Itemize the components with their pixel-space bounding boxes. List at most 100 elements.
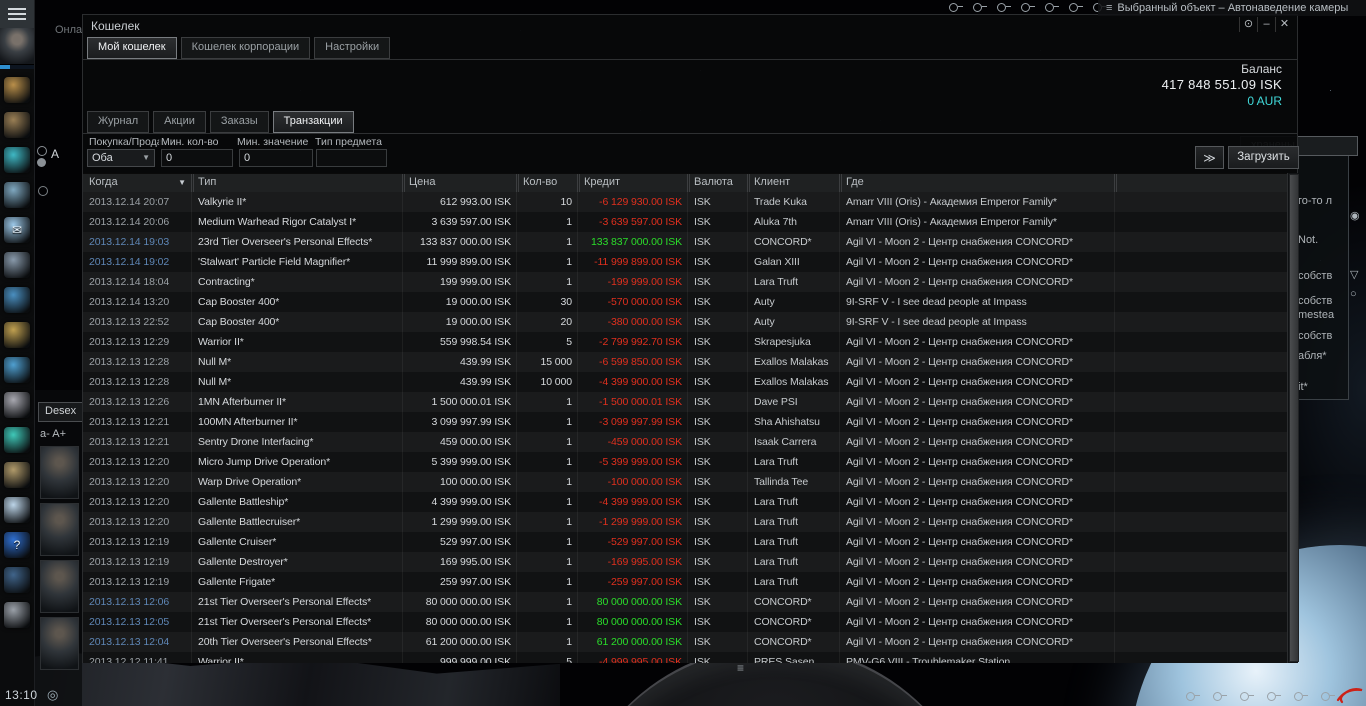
chat-font-size-controls[interactable]: a- A+ xyxy=(40,428,66,440)
column-header-credit[interactable]: Кредит xyxy=(577,174,687,192)
minimize-icon[interactable]: – xyxy=(1257,17,1275,32)
neocom-sidebar: ✉? xyxy=(0,0,35,706)
column-header-when[interactable]: Когда ▼ xyxy=(83,174,191,192)
redeem-items-icon[interactable] xyxy=(4,77,30,103)
camera-shortcut-icon-3[interactable] xyxy=(1239,690,1255,702)
camera-shortcut-icon-1[interactable] xyxy=(1185,690,1201,702)
notepad-icon[interactable] xyxy=(4,602,30,628)
tab-settings[interactable]: Настройки xyxy=(314,37,390,59)
window-resize-handle[interactable]: ≡ xyxy=(737,661,744,675)
triangle-marker-icon[interactable]: ▽ xyxy=(1350,268,1358,281)
transaction-row[interactable]: 2013.12.13 12:19 Gallente Frigate* 259 9… xyxy=(83,572,1287,592)
effect-orb-icon-1[interactable] xyxy=(948,1,964,13)
camera-shortcut-icon-2[interactable] xyxy=(1212,690,1228,702)
transaction-row[interactable]: 2013.12.13 12:21 100MN Afterburner II* 3… xyxy=(83,412,1287,432)
scrollbar-thumb[interactable] xyxy=(1289,174,1299,662)
decorations-icon[interactable] xyxy=(4,322,30,348)
transaction-row[interactable]: 2013.12.14 20:06 Medium Warhead Rigor Ca… xyxy=(83,212,1287,232)
transaction-row[interactable]: 2013.12.14 19:02 'Stalwart' Particle Fie… xyxy=(83,252,1287,272)
directional-scanner-icon[interactable] xyxy=(4,567,30,593)
transaction-row[interactable]: 2013.12.14 20:07 Valkyrie II* 612 993.00… xyxy=(83,192,1287,212)
chat-toggle-icon[interactable] xyxy=(37,146,47,156)
effect-orb-icon-5[interactable] xyxy=(1044,1,1060,13)
wallet-titlebar[interactable]: Кошелек ⊙–✕ xyxy=(83,15,1297,36)
load-button[interactable]: Загрузить xyxy=(1228,146,1299,169)
effect-orb-icon-4[interactable] xyxy=(1020,1,1036,13)
help-icon[interactable]: ? xyxy=(4,532,30,558)
min-value-input[interactable] xyxy=(239,149,313,167)
transaction-row[interactable]: 2013.12.13 12:20 Gallente Battlecruiser*… xyxy=(83,512,1287,532)
column-header-qty[interactable]: Кол-во xyxy=(516,174,577,192)
camera-eye-icon[interactable]: ◎ xyxy=(47,687,58,703)
cell-when: 2013.12.13 12:26 xyxy=(83,392,191,412)
chat-member-portrait-2[interactable] xyxy=(40,503,79,556)
column-header-price[interactable]: Цена xyxy=(402,174,516,192)
subtab-orders[interactable]: Заказы xyxy=(210,111,269,133)
sort-desc-icon[interactable]: ▼ xyxy=(178,174,186,191)
transaction-row[interactable]: 2013.12.14 13:20 Cap Booster 400* 19 000… xyxy=(83,292,1287,312)
effect-orb-icon-6[interactable] xyxy=(1068,1,1084,13)
transaction-row[interactable]: 2013.12.13 12:19 Gallente Destroyer* 169… xyxy=(83,552,1287,572)
chat-member-portrait-1[interactable] xyxy=(40,446,79,499)
transaction-row[interactable]: 2013.12.13 12:28 Null M* 439.99 ISK 15 0… xyxy=(83,352,1287,372)
scanner-probe-icon[interactable] xyxy=(4,182,30,208)
reset-camera-icon[interactable]: ◉ xyxy=(1350,209,1360,222)
chat-toggle-icon-2[interactable] xyxy=(38,186,48,196)
neocom-menu-button[interactable] xyxy=(0,0,34,28)
effect-orb-icon-2[interactable] xyxy=(972,1,988,13)
transaction-row[interactable]: 2013.12.13 12:04 20th Tier Overseer's Pe… xyxy=(83,632,1287,652)
subtab-shares[interactable]: Акции xyxy=(153,111,206,133)
transaction-row[interactable]: 2013.12.13 12:20 Warp Drive Operation* 1… xyxy=(83,472,1287,492)
chat-member-portrait-4[interactable] xyxy=(40,617,79,670)
ship-hangar-icon[interactable] xyxy=(4,147,30,173)
evemail-icon[interactable]: ✉ xyxy=(4,217,30,243)
station-services-icon[interactable] xyxy=(4,112,30,138)
tab-corp-wallet[interactable]: Кошелек корпорации xyxy=(181,37,311,59)
contacts-icon[interactable] xyxy=(4,252,30,278)
column-header-where[interactable]: Где xyxy=(839,174,1114,192)
transaction-row[interactable]: 2013.12.13 22:52 Cap Booster 400* 19 000… xyxy=(83,312,1287,332)
transaction-row[interactable]: 2013.12.13 12:06 21st Tier Overseer's Pe… xyxy=(83,592,1287,612)
table-scrollbar[interactable] xyxy=(1287,173,1298,663)
tab-my-wallet[interactable]: Мой кошелек xyxy=(87,37,177,59)
character-portrait[interactable] xyxy=(0,28,34,65)
transaction-row[interactable]: 2013.12.13 12:05 21st Tier Overseer's Pe… xyxy=(83,612,1287,632)
neocom-clock[interactable]: 13:10 xyxy=(5,688,38,702)
wallet-icon[interactable] xyxy=(4,392,30,418)
transaction-row[interactable]: 2013.12.13 12:26 1MN Afterburner II* 1 5… xyxy=(83,392,1287,412)
transaction-row[interactable]: 2013.12.13 12:29 Warrior II* 559 998.54 … xyxy=(83,332,1287,352)
menu-handle-icon[interactable]: ≡ xyxy=(1106,2,1112,14)
close-icon[interactable]: ✕ xyxy=(1275,17,1293,32)
circle-marker-icon[interactable]: ○ xyxy=(1350,288,1357,300)
aurum-store-icon[interactable] xyxy=(4,427,30,453)
transaction-row[interactable]: 2013.12.13 12:28 Null M* 439.99 ISK 10 0… xyxy=(83,372,1287,392)
transaction-row[interactable]: 2013.12.13 12:19 Gallente Cruiser* 529 9… xyxy=(83,532,1287,552)
subtab-transactions[interactable]: Транзакции xyxy=(273,111,354,133)
chat-toggle-filled-icon[interactable] xyxy=(37,158,46,167)
expand-filters-button[interactable]: ≫ xyxy=(1195,146,1224,169)
journal-icon[interactable] xyxy=(4,462,30,488)
window-settings-icon[interactable]: ⊙ xyxy=(1239,17,1257,32)
transaction-row[interactable]: 2013.12.13 12:21 Sentry Drone Interfacin… xyxy=(83,432,1287,452)
camera-shortcut-icon-5[interactable] xyxy=(1293,690,1309,702)
buy-sell-dropdown[interactable]: Оба ▼ xyxy=(87,149,155,167)
camera-shortcut-icon-6[interactable] xyxy=(1320,690,1336,702)
transaction-row[interactable]: 2013.12.12 11:41 Warrior II* 999 999.00 … xyxy=(83,652,1287,663)
selected-object-bar[interactable]: ≡ Выбранный объект – Автонаведение камер… xyxy=(1098,0,1366,16)
subtab-journal[interactable]: Журнал xyxy=(87,111,149,133)
column-header-client[interactable]: Клиент xyxy=(747,174,839,192)
transaction-row[interactable]: 2013.12.13 12:20 Gallente Battleship* 4 … xyxy=(83,492,1287,512)
min-qty-input[interactable] xyxy=(161,149,233,167)
character-sheet-icon[interactable] xyxy=(4,497,30,523)
transaction-row[interactable]: 2013.12.14 19:03 23rd Tier Overseer's Pe… xyxy=(83,232,1287,252)
market-icon[interactable] xyxy=(4,287,30,313)
column-header-type[interactable]: Тип xyxy=(191,174,402,192)
transaction-row[interactable]: 2013.12.13 12:20 Micro Jump Drive Operat… xyxy=(83,452,1287,472)
charts-icon[interactable] xyxy=(4,357,30,383)
transaction-row[interactable]: 2013.12.14 18:04 Contracting* 199 999.00… xyxy=(83,272,1287,292)
column-header-currency[interactable]: Валюта xyxy=(687,174,747,192)
chat-member-portrait-3[interactable] xyxy=(40,560,79,613)
item-type-input[interactable] xyxy=(316,149,387,167)
camera-shortcut-icon-4[interactable] xyxy=(1266,690,1282,702)
effect-orb-icon-3[interactable] xyxy=(996,1,1012,13)
